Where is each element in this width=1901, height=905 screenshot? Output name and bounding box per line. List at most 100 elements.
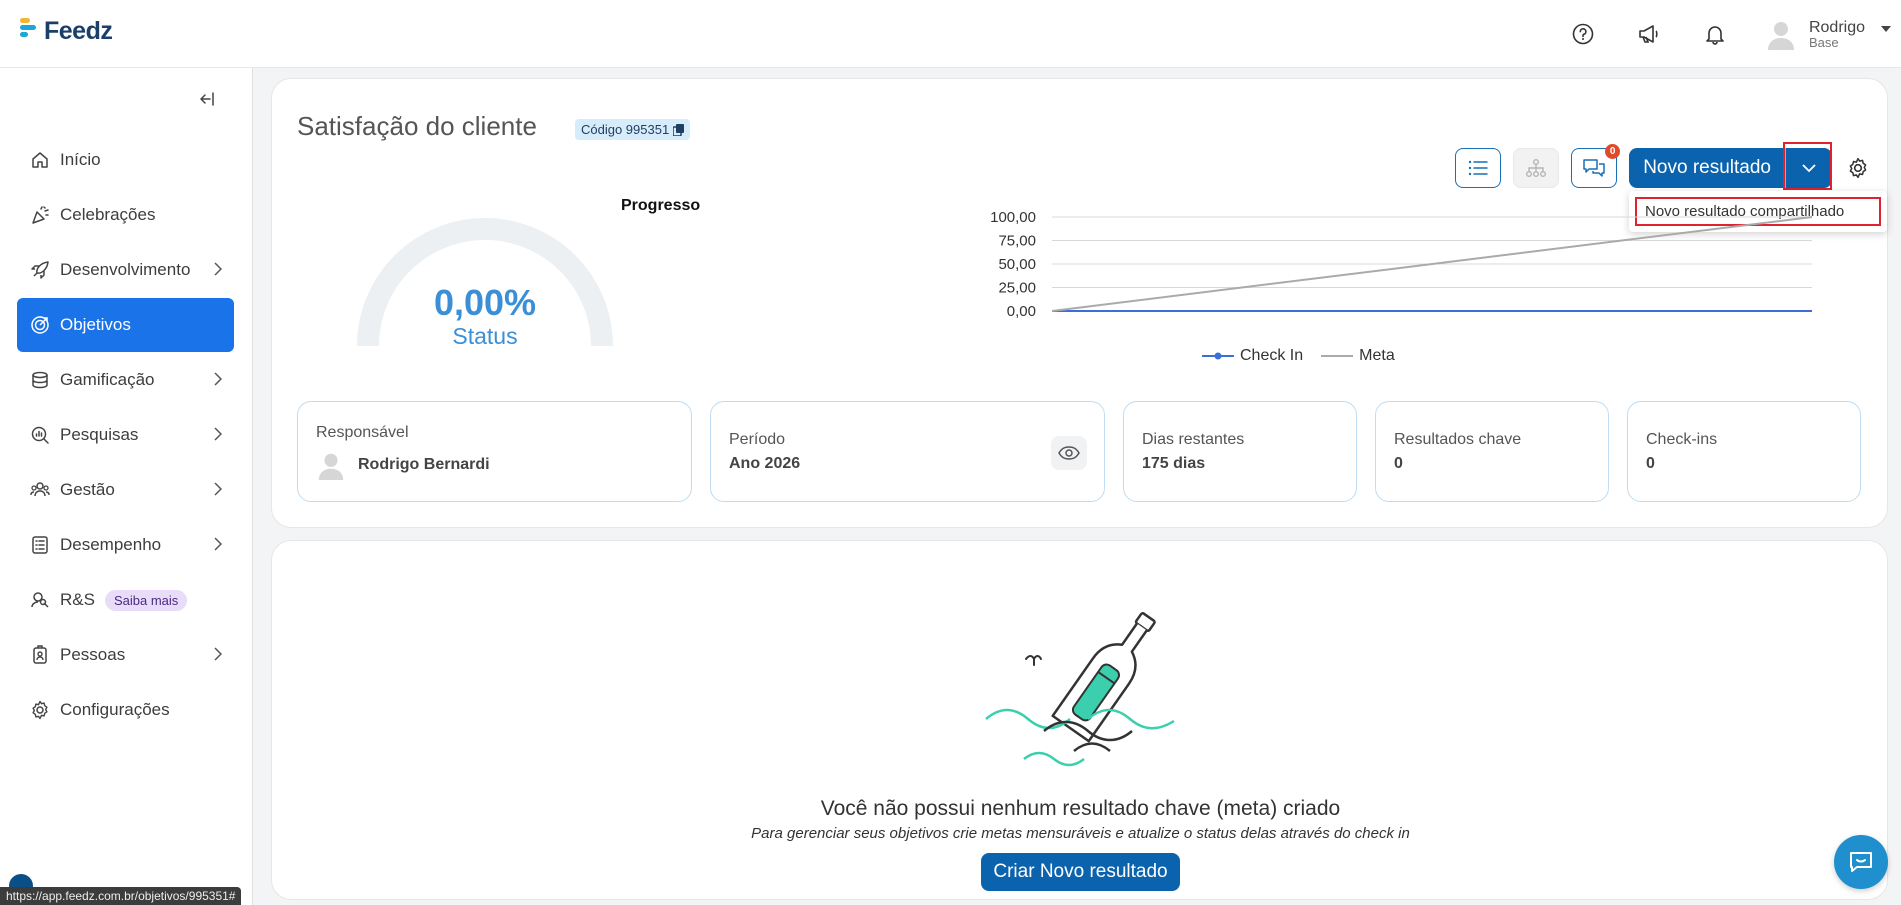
- y-tick-label: 100,00: [990, 209, 1036, 226]
- chevron-down-icon: [1881, 26, 1891, 32]
- avatar: [318, 453, 344, 480]
- sidebar-item-label: Gestão: [60, 480, 115, 499]
- info-value: 175 dias: [1142, 455, 1206, 472]
- info-label: Check-ins: [1646, 431, 1718, 448]
- objective-card: Satisfação do cliente Código 995351 0 No…: [271, 78, 1888, 528]
- info-resultados-chave: Resultados chave 0: [1375, 401, 1609, 502]
- comments-icon: [1583, 159, 1605, 177]
- info-value: Ano 2026: [729, 455, 801, 472]
- sidebar-item-celebracoes[interactable]: Celebrações: [17, 188, 234, 242]
- status-gauge: 0,00% Status: [350, 206, 620, 356]
- eye-icon: [1058, 446, 1080, 460]
- collapse-sidebar-icon[interactable]: [196, 88, 218, 110]
- sidebar-item-label: Início: [60, 150, 101, 169]
- user-role: Base: [1808, 34, 1839, 50]
- tree-view-button[interactable]: [1513, 148, 1560, 188]
- megaphone-icon[interactable]: [1633, 18, 1665, 50]
- chat-icon: [1850, 852, 1872, 872]
- sidebar-item-label: R&S: [60, 590, 95, 609]
- empty-state-title: Você não possui nenhum resultado chave (…: [820, 797, 1341, 820]
- info-periodo: Período Ano 2026: [710, 401, 1105, 502]
- sidebar-item-label: Configurações: [60, 700, 170, 719]
- gear-icon: [1849, 157, 1867, 179]
- legend-item-meta[interactable]: Meta: [1321, 347, 1395, 365]
- create-new-result-button[interactable]: Criar Novo resultado: [981, 853, 1180, 891]
- sidebar-item-desenvolvimento[interactable]: Desenvolvimento: [17, 243, 234, 297]
- new-result-button[interactable]: Novo resultado: [1629, 148, 1786, 188]
- avatar: [1767, 22, 1794, 50]
- settings-button[interactable]: [1846, 156, 1870, 180]
- user-menu[interactable]: Rodrigo Base: [1765, 18, 1891, 50]
- sidebar-item-objetivos[interactable]: Objetivos: [17, 298, 234, 352]
- logo-mark-icon: [18, 16, 42, 44]
- chevron-right-icon: [214, 427, 222, 441]
- info-label: Dias restantes: [1142, 431, 1245, 448]
- sidebar-item-label: Pessoas: [60, 645, 126, 664]
- home-icon: [29, 149, 51, 171]
- gauge-value: 0,00%: [433, 282, 537, 323]
- sidebar-item-gestao[interactable]: Gestão: [17, 463, 234, 517]
- status-url: https://app.feedz.com.br/objetivos/99535…: [0, 887, 242, 905]
- saiba-mais-badge[interactable]: Saiba mais: [104, 589, 188, 611]
- info-value: 0: [1394, 455, 1403, 472]
- sidebar-item-label: Pesquisas: [60, 425, 139, 444]
- copy-icon[interactable]: [673, 123, 685, 136]
- chat-button[interactable]: [1834, 835, 1888, 889]
- empty-state-subtitle: Para gerenciar seus objetivos crie metas…: [751, 825, 1410, 842]
- chevron-right-icon: [214, 372, 222, 386]
- code-badge[interactable]: Código 995351: [575, 119, 691, 140]
- info-label: Resultados chave: [1394, 431, 1522, 448]
- comments-count-badge: 0: [1605, 144, 1621, 159]
- info-responsavel: Responsável Rodrigo Bernardi: [297, 401, 692, 502]
- bell-icon[interactable]: [1699, 18, 1731, 50]
- survey-icon: [29, 424, 51, 446]
- rocket-icon: [29, 259, 51, 281]
- bottle-illustration: [985, 612, 1175, 767]
- feedz-logo[interactable]: Feedz: [18, 16, 113, 44]
- info-dias-restantes: Dias restantes 175 dias: [1123, 401, 1357, 502]
- legend-meta-swatch: [1321, 355, 1354, 357]
- sidebar-item-inicio[interactable]: Início: [17, 133, 234, 187]
- code-label: Código 995351: [581, 122, 670, 137]
- new-result-dropdown-toggle[interactable]: [1783, 142, 1832, 190]
- legend-label: Meta: [1359, 347, 1395, 364]
- y-tick-label: 75,00: [998, 233, 1036, 250]
- sidebar-item-rs[interactable]: R&S Saiba mais: [17, 573, 234, 627]
- gauge-label: Status: [452, 323, 518, 349]
- info-check-ins: Check-ins 0: [1627, 401, 1861, 502]
- list-view-button[interactable]: [1455, 148, 1502, 188]
- checklist-icon: [29, 534, 51, 556]
- y-tick-label: 25,00: [998, 280, 1036, 297]
- sidebar-item-configuracoes[interactable]: Configurações: [17, 683, 234, 737]
- legend-checkin-swatch: [1202, 352, 1234, 360]
- legend-item-checkin[interactable]: Check In: [1202, 347, 1303, 365]
- list-icon: [1469, 160, 1488, 176]
- hierarchy-icon: [1526, 159, 1547, 177]
- sidebar-item-pessoas[interactable]: Pessoas: [17, 628, 234, 682]
- key-results-card: Você não possui nenhum resultado chave (…: [271, 540, 1888, 900]
- page-title: Satisfação do cliente: [297, 111, 537, 141]
- info-value: 0: [1646, 455, 1655, 472]
- user-name: Rodrigo: [1808, 18, 1865, 36]
- sidebar-item-pesquisas[interactable]: Pesquisas: [17, 408, 234, 462]
- sidebar-item-label: Gamificação: [60, 370, 155, 389]
- info-value[interactable]: Rodrigo Bernardi: [358, 456, 490, 474]
- sidebar-nav: Início Celebrações Desenvolvimento Objet…: [17, 133, 234, 738]
- highlight-box: [1783, 142, 1832, 190]
- comments-button[interactable]: 0: [1571, 144, 1621, 188]
- help-icon[interactable]: [1567, 18, 1599, 50]
- info-label: Período: [729, 431, 786, 448]
- sidebar-item-gamificacao[interactable]: Gamificação: [17, 353, 234, 407]
- view-period-button[interactable]: [1051, 436, 1087, 470]
- badge-icon: [29, 644, 51, 666]
- objective-actions: 0 Novo resultado: [1455, 142, 1870, 190]
- chart-legend: Check In Meta: [1202, 347, 1395, 365]
- sidebar-item-label: Desenvolvimento: [60, 260, 191, 279]
- sidebar-item-label: Desempenho: [60, 535, 162, 554]
- sidebar-item-desempenho[interactable]: Desempenho: [17, 518, 234, 572]
- chart-title: Progresso: [621, 197, 701, 214]
- sidebar: Início Celebrações Desenvolvimento Objet…: [0, 68, 253, 905]
- info-label: Responsável: [316, 424, 409, 441]
- progress-chart: 100,00 75,00 50,00 25,00 0,00: [990, 209, 1813, 320]
- new-result-split-button: Novo resultado: [1629, 142, 1832, 190]
